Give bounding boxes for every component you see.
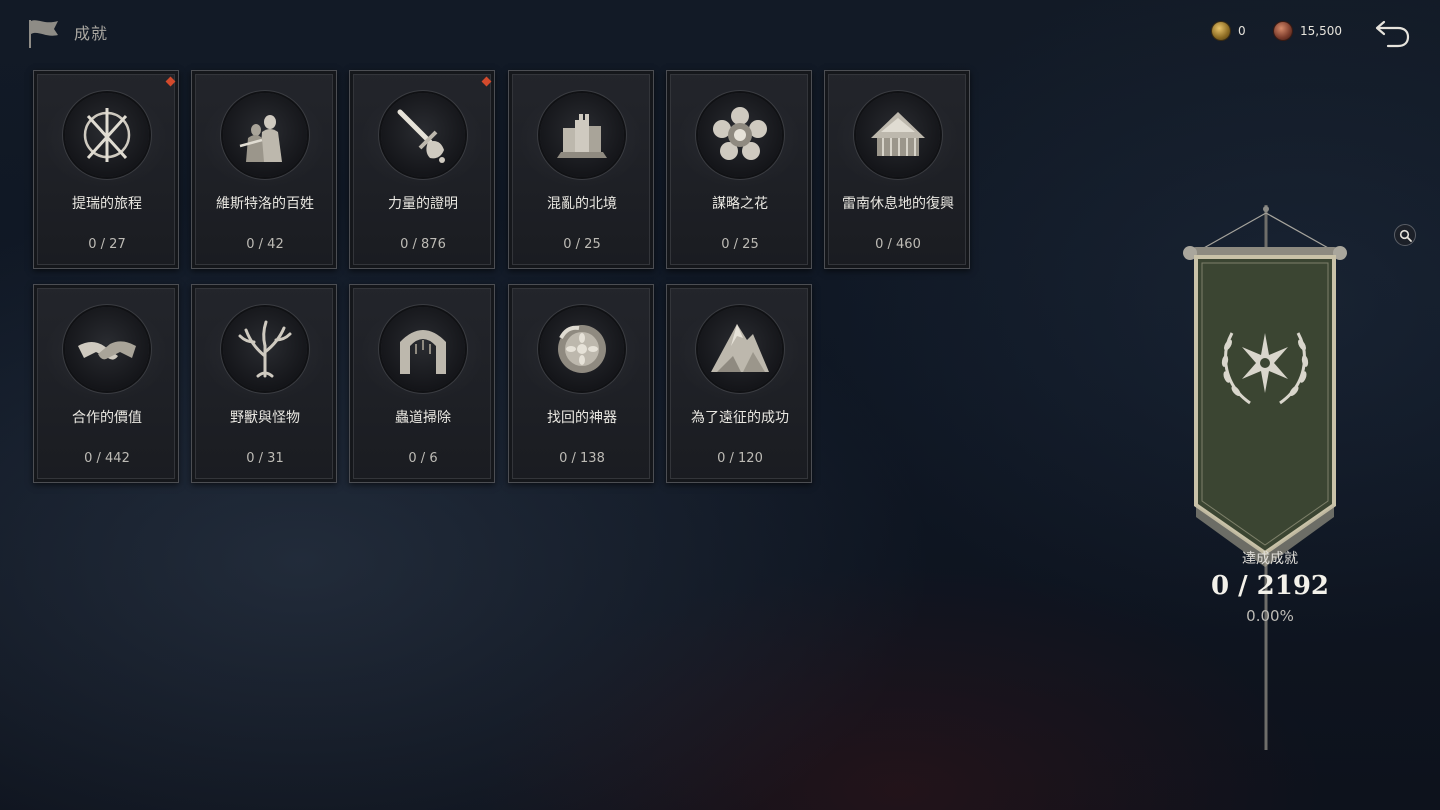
achievement-card[interactable]: 找回的神器 0 / 138 — [508, 284, 654, 483]
achievement-card[interactable]: 力量的證明 0 / 876 — [349, 70, 495, 269]
achievement-name: 力量的證明 — [388, 196, 458, 212]
castle-icon — [540, 93, 624, 177]
achievement-card[interactable]: 謀略之花 0 / 25 — [666, 70, 812, 269]
currency-gold-value: 0 — [1238, 24, 1246, 38]
banner-graphic — [1183, 205, 1347, 750]
mountain-icon — [698, 307, 782, 391]
achievement-name: 野獸與怪物 — [230, 410, 300, 426]
flag-icon — [29, 20, 58, 48]
artifact-disc-icon — [540, 307, 624, 391]
currency-copper-value: 15,500 — [1300, 24, 1342, 38]
achievement-progress: 0 / 138 — [559, 451, 605, 466]
achievement-card[interactable]: 提瑞的旅程 0 / 27 — [33, 70, 179, 269]
achievement-progress: 0 / 120 — [717, 451, 763, 466]
achievement-name: 合作的價值 — [72, 410, 142, 426]
achievement-total: 0 / 2192 — [1210, 571, 1330, 601]
gold-coin-icon — [1212, 22, 1230, 40]
achievement-name: 謀略之花 — [712, 196, 768, 212]
top-bar: 成就 0 15,500 — [0, 0, 1440, 62]
achievement-progress: 0 / 27 — [88, 237, 126, 252]
achievement-name: 提瑞的旅程 — [72, 196, 142, 212]
dead-tree-icon — [223, 307, 307, 391]
achievement-percent: 0.00% — [1246, 607, 1294, 625]
achievement-name: 為了遠征的成功 — [691, 410, 789, 426]
rose-icon — [698, 93, 782, 177]
achievement-progress: 0 / 25 — [721, 237, 759, 252]
achievement-name: 蟲道掃除 — [395, 410, 451, 426]
cave-icon — [381, 307, 465, 391]
sword-hand-icon — [381, 93, 465, 177]
achievement-progress: 0 / 31 — [246, 451, 284, 466]
achievement-card[interactable]: 維斯特洛的百姓 0 / 42 — [191, 70, 337, 269]
hall-icon — [856, 93, 940, 177]
copper-coin-icon — [1274, 22, 1292, 40]
new-badge — [165, 76, 176, 87]
achievement-progress: 0 / 25 — [563, 237, 601, 252]
achievement-name: 維斯特洛的百姓 — [216, 196, 314, 212]
achievement-progress: 0 / 42 — [246, 237, 284, 252]
achievement-card[interactable]: 為了遠征的成功 0 / 120 — [666, 284, 812, 483]
achievement-card[interactable]: 混亂的北境 0 / 25 — [508, 70, 654, 269]
people-figures-icon — [223, 93, 307, 177]
currency-copper: 15,500 — [1274, 22, 1342, 40]
search-button[interactable] — [1394, 224, 1416, 246]
crossed-staves-icon — [65, 93, 149, 177]
achievement-card[interactable]: 蟲道掃除 0 / 6 — [349, 284, 495, 483]
new-badge — [481, 76, 492, 87]
achievement-progress: 0 / 460 — [875, 237, 921, 252]
currency-gold: 0 — [1212, 22, 1246, 40]
achievement-banner: 達成成就 0 / 2192 0.00% — [1180, 205, 1360, 765]
achievement-progress: 0 / 6 — [408, 451, 438, 466]
achievement-progress: 0 / 876 — [400, 237, 446, 252]
page-title: 成就 — [74, 24, 109, 43]
achievement-card[interactable]: 野獸與怪物 0 / 31 — [191, 284, 337, 483]
achievement-card[interactable]: 合作的價值 0 / 442 — [33, 284, 179, 483]
achievement-name: 找回的神器 — [547, 410, 617, 426]
handshake-icon — [65, 307, 149, 391]
achievement-name: 雷南休息地的復興 — [842, 196, 954, 212]
back-arrow-icon[interactable] — [1372, 16, 1412, 50]
achievement-grid: 提瑞的旅程 0 / 27 維斯特洛的百姓 0 / 42 力量的證明 0 / 876 混亂的北… — [33, 70, 973, 485]
achievement-name: 混亂的北境 — [547, 196, 617, 212]
banner-label: 達成成就 — [1242, 551, 1298, 567]
search-icon — [1399, 229, 1412, 242]
achievement-progress: 0 / 442 — [84, 451, 130, 466]
achievement-card[interactable]: 雷南休息地的復興 0 / 460 — [824, 70, 970, 269]
